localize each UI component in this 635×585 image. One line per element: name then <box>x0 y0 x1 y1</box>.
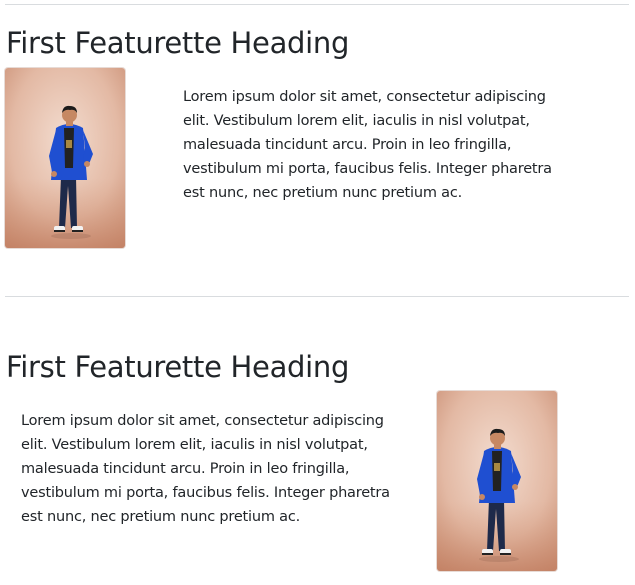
featurette-heading: First Featurette Heading <box>6 26 350 60</box>
featurette-heading: First Featurette Heading <box>6 350 350 384</box>
featurette-image <box>437 391 557 571</box>
featurette-text: Lorem ipsum dolor sit amet, consectetur … <box>21 413 390 525</box>
featurette-image <box>5 68 125 248</box>
featurette-divider-top <box>5 4 629 5</box>
featurette-text: Lorem ipsum dolor sit amet, consectetur … <box>183 89 552 201</box>
featurette-divider <box>5 296 629 297</box>
